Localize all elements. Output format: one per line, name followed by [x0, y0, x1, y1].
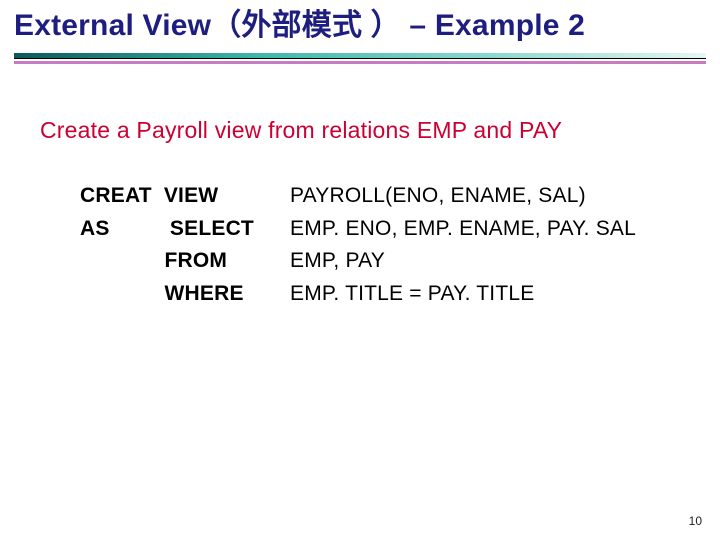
divider-bar-pink [14, 61, 706, 64]
slide-body: Create a Payroll view from relations EMP… [0, 65, 720, 310]
page-number: 10 [689, 514, 702, 528]
sql-keyword: AS SELECT [80, 213, 290, 246]
sql-keyword: FROM [80, 245, 290, 278]
divider-bar-teal [14, 53, 706, 59]
sql-arg: EMP. TITLE = PAY. TITLE [290, 278, 534, 311]
sql-keyword: CREAT VIEW [80, 180, 290, 213]
sql-arg: EMP, PAY [290, 245, 385, 278]
sql-row: WHERE EMP. TITLE = PAY. TITLE [80, 278, 680, 311]
title-divider [14, 53, 706, 65]
sql-arg: EMP. ENO, EMP. ENAME, PAY. SAL [290, 213, 636, 246]
slide-title: External View（外部模式 ） – Example 2 [0, 0, 720, 49]
sql-row: FROM EMP, PAY [80, 245, 680, 278]
slide-subtitle: Create a Payroll view from relations EMP… [40, 117, 680, 144]
sql-row: AS SELECT EMP. ENO, EMP. ENAME, PAY. SAL [80, 213, 680, 246]
sql-row: CREAT VIEW PAYROLL(ENO, ENAME, SAL) [80, 180, 680, 213]
sql-block: CREAT VIEW PAYROLL(ENO, ENAME, SAL) AS S… [40, 180, 680, 310]
sql-arg: PAYROLL(ENO, ENAME, SAL) [290, 180, 586, 213]
slide: External View（外部模式 ） – Example 2 Create … [0, 0, 720, 540]
sql-keyword: WHERE [80, 278, 290, 311]
